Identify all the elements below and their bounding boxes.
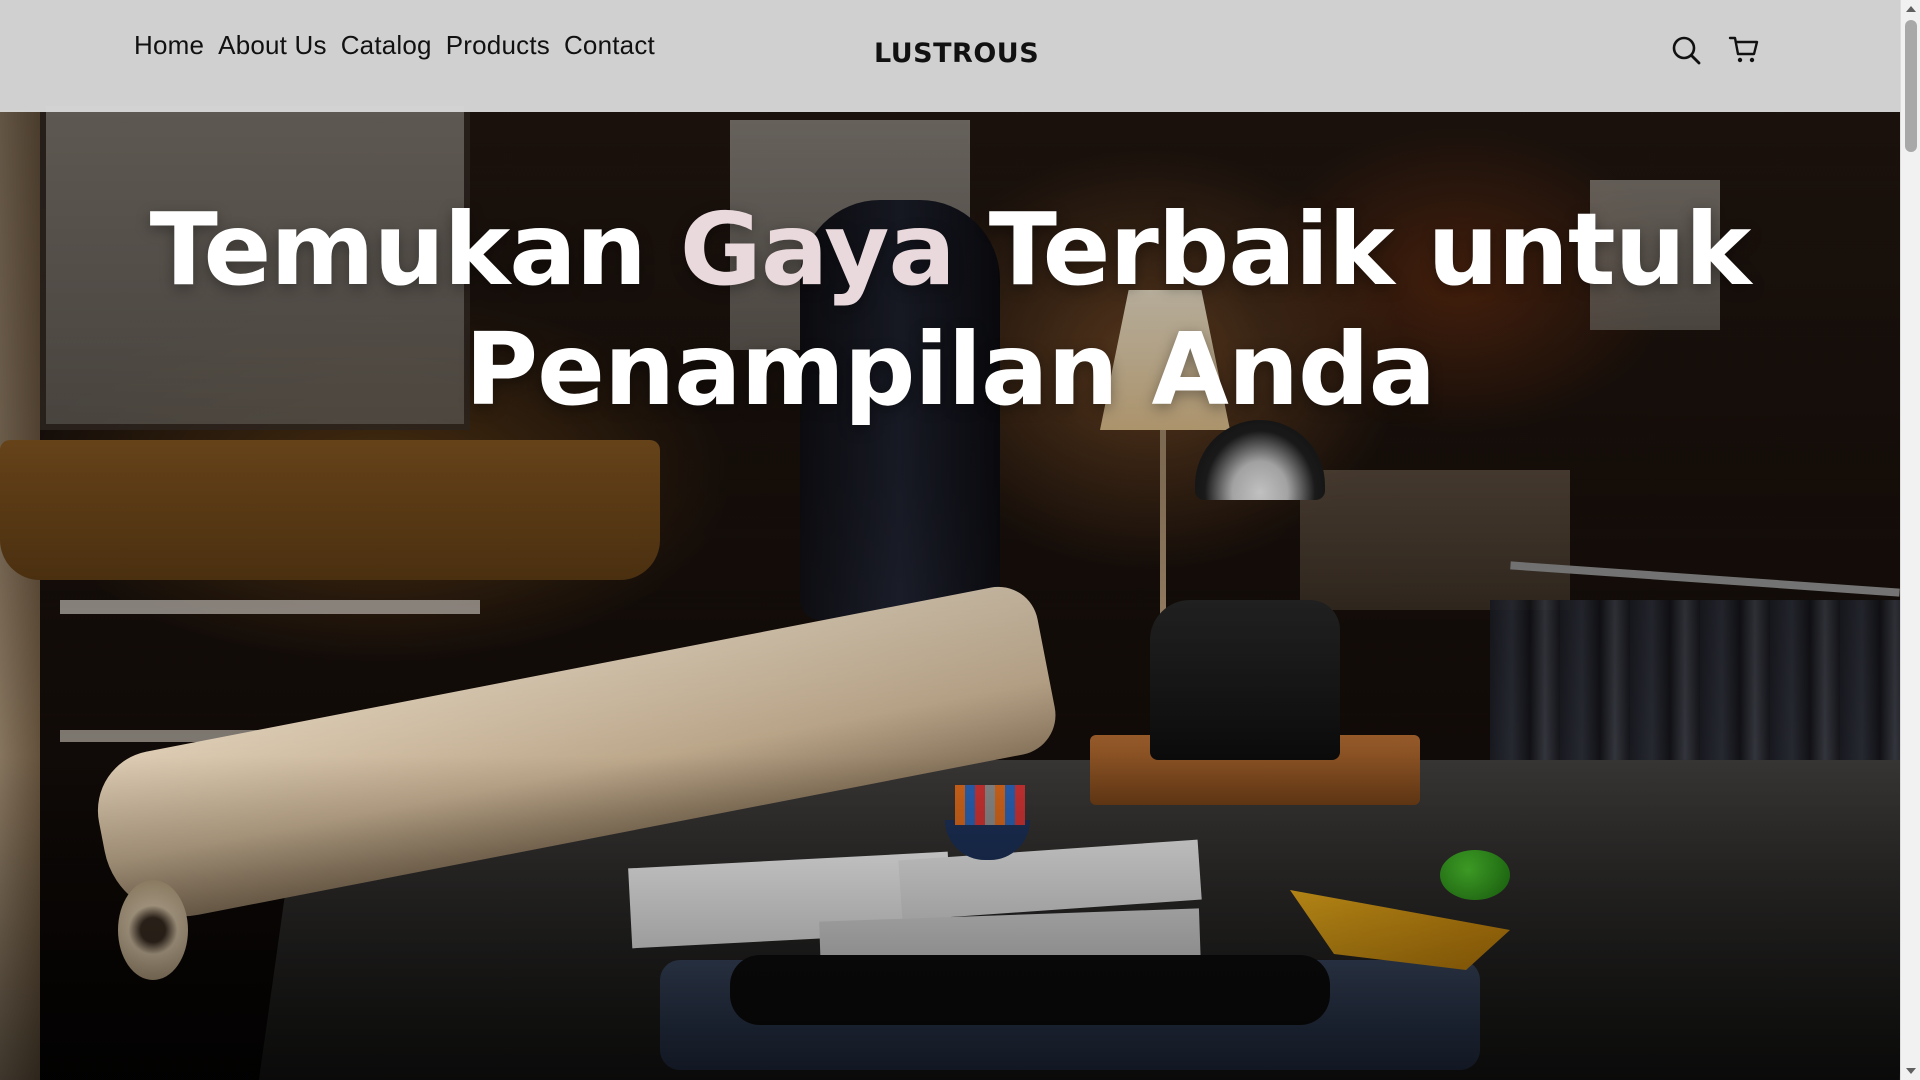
- nav-link-catalog[interactable]: Catalog: [341, 30, 432, 61]
- hero-headline: Temukan Gaya Terbaik untuk Penampilan An…: [0, 190, 1900, 430]
- scroll-down-arrow-icon[interactable]: [1906, 1068, 1916, 1074]
- cart-icon[interactable]: [1728, 34, 1760, 66]
- main-navigation: Home About Us Catalog Products Contact: [134, 30, 655, 61]
- headline-text: Terbaik untuk: [954, 191, 1752, 308]
- top-navbar: Home About Us Catalog Products Contact L…: [0, 0, 1900, 112]
- nav-link-contact[interactable]: Contact: [564, 30, 655, 61]
- brand-logo[interactable]: LUSTROUS: [874, 38, 1039, 69]
- nav-link-home[interactable]: Home: [134, 30, 204, 61]
- nav-link-about-us[interactable]: About Us: [218, 30, 327, 61]
- scroll-up-arrow-icon[interactable]: [1906, 6, 1916, 12]
- headline-line-2: Penampilan Anda: [464, 311, 1436, 428]
- nav-actions: [1670, 34, 1760, 66]
- headline-line-1: Temukan Gaya Terbaik untuk: [149, 191, 1752, 308]
- hero-overlay: [0, 0, 1900, 1080]
- nav-link-products[interactable]: Products: [446, 30, 550, 61]
- search-icon[interactable]: [1670, 34, 1702, 66]
- scrollbar-thumb[interactable]: [1905, 20, 1917, 152]
- headline-accent-word: Gaya: [679, 191, 956, 308]
- headline-text: Temukan: [149, 191, 680, 308]
- vertical-scrollbar[interactable]: [1900, 0, 1920, 1080]
- hero-background-image: [0, 0, 1900, 1080]
